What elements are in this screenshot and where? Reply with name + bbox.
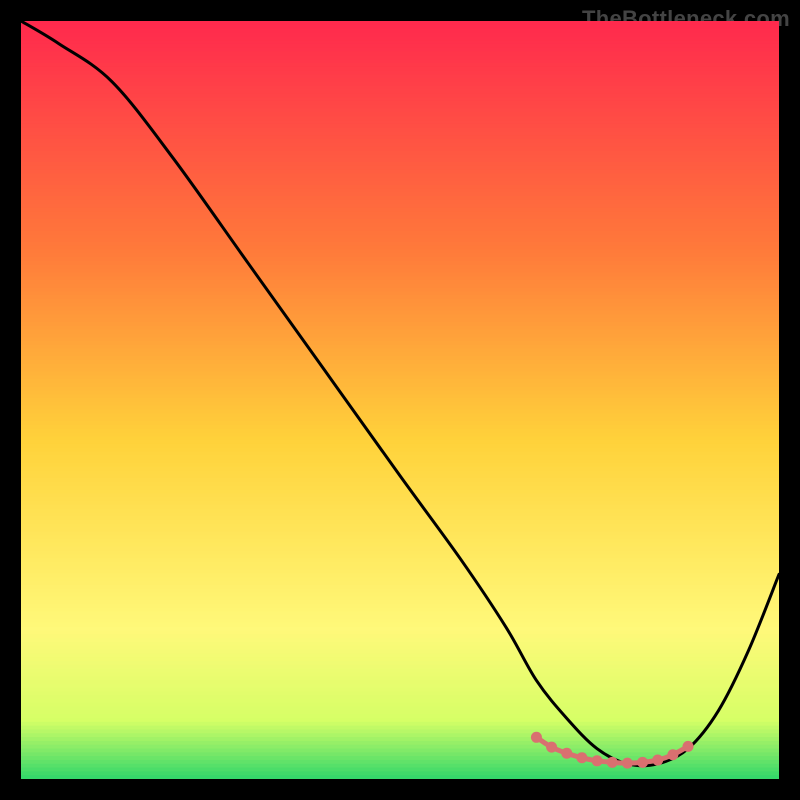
optimal-point <box>637 757 648 768</box>
optimal-point <box>546 742 557 753</box>
optimal-point <box>667 749 678 760</box>
chart-container: TheBottleneck.com <box>0 0 800 800</box>
optimal-point <box>683 741 694 752</box>
optimal-point <box>652 755 663 766</box>
optimal-point <box>607 757 618 768</box>
plot-area <box>21 21 779 779</box>
optimal-point <box>622 758 633 769</box>
optimal-point <box>531 732 542 743</box>
curve-path <box>21 21 779 766</box>
optimal-point <box>561 748 572 759</box>
optimal-point <box>592 755 603 766</box>
bottleneck-curve <box>21 21 779 779</box>
optimal-point <box>576 752 587 763</box>
